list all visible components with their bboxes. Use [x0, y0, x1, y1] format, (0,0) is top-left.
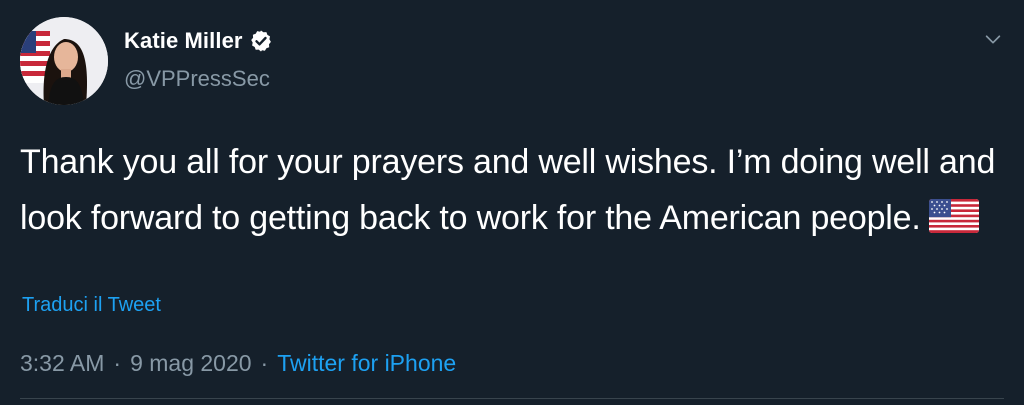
tweet-time[interactable]: 3:32 AM [20, 350, 104, 377]
author-handle[interactable]: @VPPressSec [124, 66, 270, 92]
author-name-row[interactable]: Katie Miller [124, 28, 273, 54]
tweet-meta: 3:32 AM · 9 mag 2020 · Twitter for iPhon… [20, 350, 456, 377]
divider [20, 398, 1004, 399]
tweet-text: Thank you all for your prayers and well … [20, 143, 1005, 237]
tweet-menu-button[interactable] [978, 24, 1008, 54]
author-avatar[interactable] [20, 17, 108, 105]
tweet-body: Thank you all for your prayers and well … [20, 134, 1010, 246]
tweet-source-link[interactable]: Twitter for iPhone [277, 350, 456, 377]
profile-photo-avatar [20, 17, 108, 105]
translate-tweet-link[interactable]: Traduci il Tweet [22, 294, 161, 317]
meta-separator: · [260, 350, 269, 376]
meta-separator: · [113, 350, 122, 376]
verified-badge-icon [249, 29, 273, 53]
us-flag-emoji [928, 199, 979, 233]
tweet-card: Katie Miller @VPPressSec Thank you all f… [0, 0, 1024, 405]
author-display-name: Katie Miller [124, 28, 243, 53]
chevron-down-icon [985, 35, 1001, 44]
tweet-date[interactable]: 9 mag 2020 [130, 350, 251, 377]
